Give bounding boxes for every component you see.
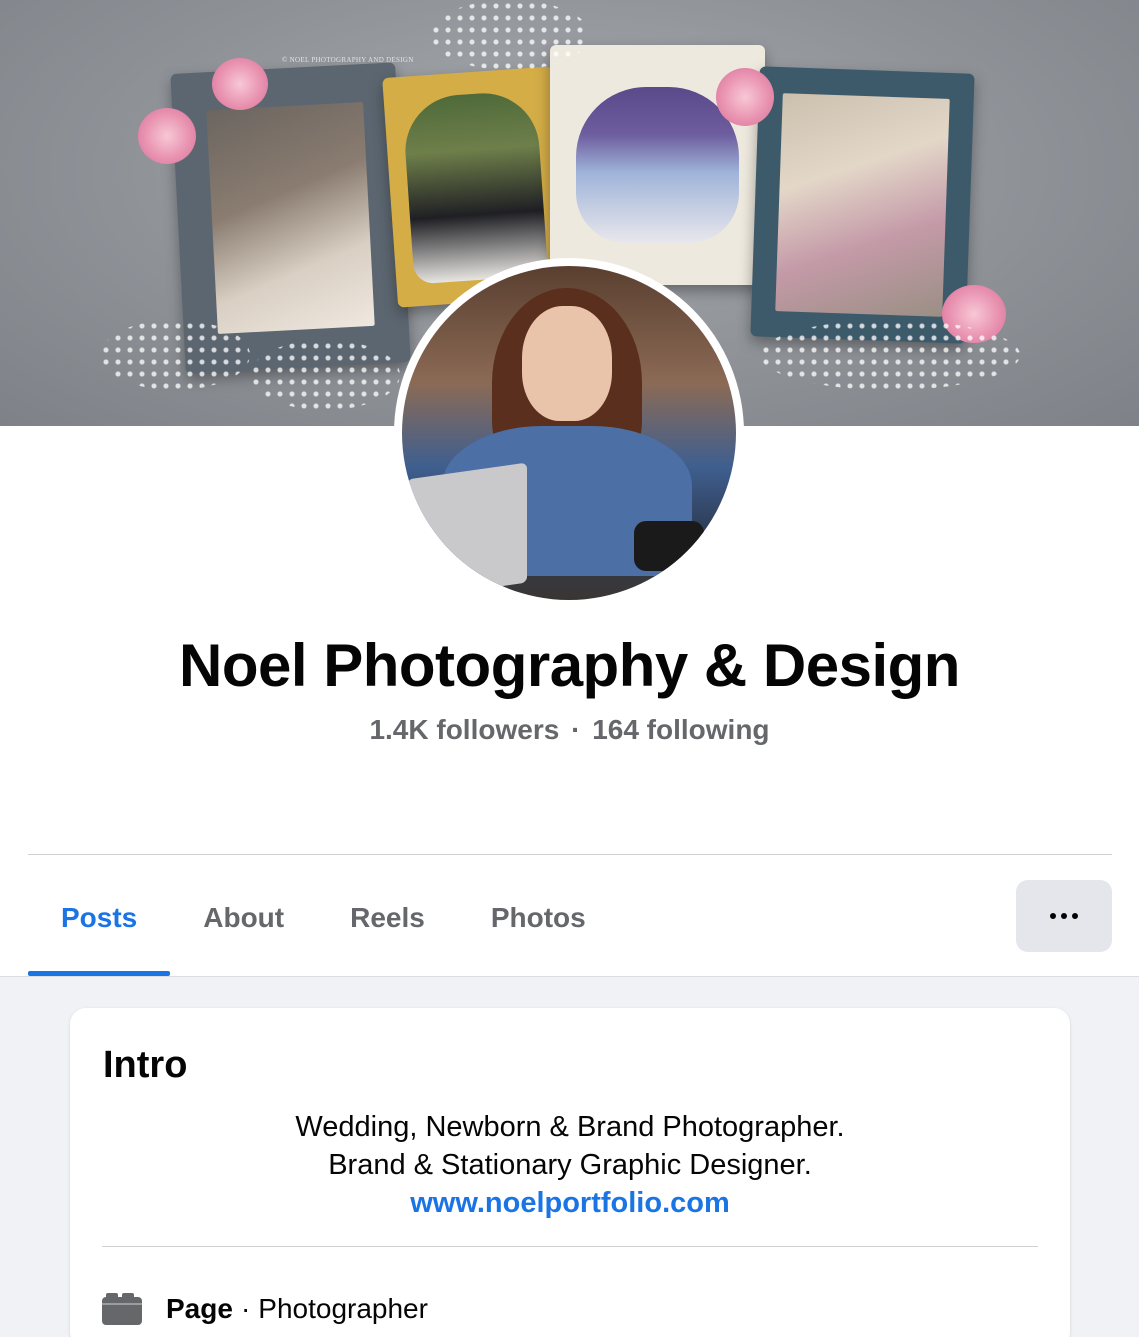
tab-reels[interactable]: Reels [317, 860, 458, 976]
more-options-button[interactable] [1016, 880, 1112, 952]
tab-about[interactable]: About [170, 860, 317, 976]
bio-line: Wedding, Newborn & Brand Photographer. [295, 1111, 845, 1143]
stats-separator: · [571, 714, 581, 745]
follower-stats: 1.4K followers · 164 following [0, 714, 1139, 746]
page-type-label: Page [166, 1293, 233, 1324]
intro-title: Intro [103, 1044, 188, 1086]
intro-divider [102, 1246, 1038, 1247]
header-divider [28, 854, 1112, 855]
cover-watermark: © NOEL PHOTOGRAPHY AND DESIGN [282, 56, 414, 64]
tab-photos[interactable]: Photos [458, 860, 619, 976]
cover-babybreath [430, 0, 590, 70]
cover-babybreath [250, 340, 400, 410]
bio-line: Brand & Stationary Graphic Designer. [328, 1149, 812, 1181]
cover-babybreath [100, 320, 250, 390]
page-title: Noel Photography & Design [179, 632, 960, 699]
cover-flower [138, 108, 196, 164]
page-category-row: Page · Photographer [102, 1293, 428, 1325]
page-flag-icon [102, 1293, 142, 1325]
page-type-separator: · [240, 1293, 251, 1324]
followers-link[interactable]: 1.4K followers [369, 714, 559, 745]
following-link[interactable]: 164 following [592, 714, 769, 745]
cover-frame-baby [750, 66, 975, 344]
profile-tabs: Posts About Reels Photos [28, 860, 619, 976]
profile-picture[interactable] [394, 258, 744, 608]
intro-bio: Wedding, Newborn & Brand Photographer. B… [70, 1108, 1070, 1222]
tab-posts[interactable]: Posts [28, 860, 171, 976]
cover-babybreath [760, 320, 1020, 390]
cover-flower [716, 68, 774, 126]
cover-flower [212, 58, 268, 110]
intro-card: Intro Wedding, Newborn & Brand Photograp… [70, 1008, 1070, 1337]
page-category: Photographer [258, 1293, 428, 1324]
website-link[interactable]: www.noelportfolio.com [70, 1184, 1070, 1222]
more-horizontal-icon [1050, 913, 1056, 919]
